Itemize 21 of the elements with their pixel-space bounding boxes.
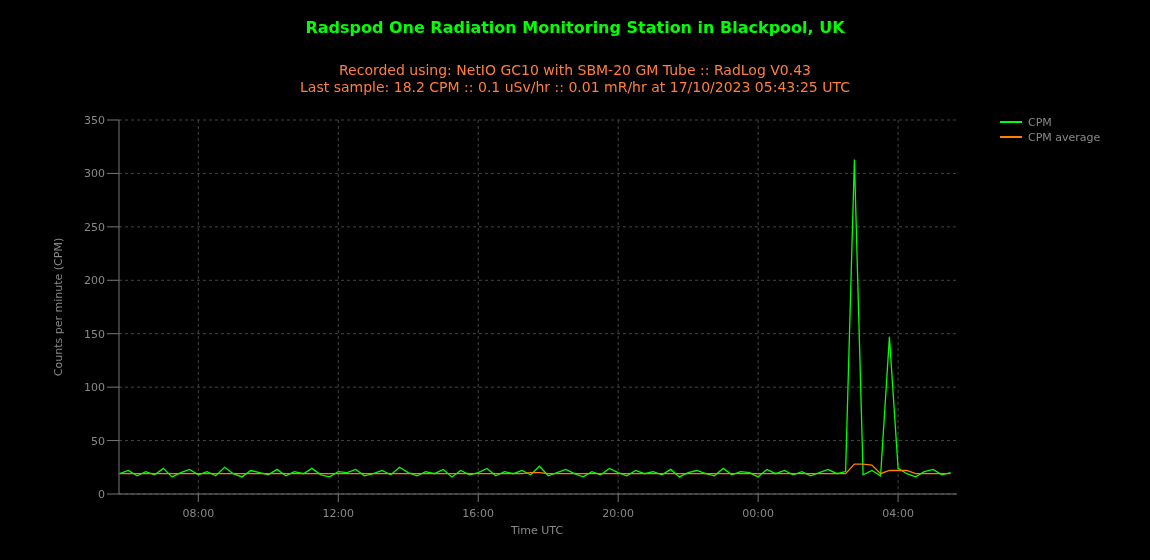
- axis-tick-label: 200: [84, 274, 105, 288]
- axis-tick-label: 0: [98, 488, 105, 501]
- axis-tick-label: 08:00: [182, 507, 215, 520]
- axis-tick-label: 00:00: [742, 507, 774, 520]
- axis-tick-label: 350: [84, 114, 105, 127]
- axis-tick-label: 04:00: [882, 507, 914, 520]
- chart-title: Radspod One Radiation Monitoring Station in Blackpool, UK: [305, 18, 845, 37]
- axis-tick-label: 50: [91, 434, 105, 448]
- y-axis-title: Counts per minute (CPM): [52, 237, 65, 377]
- x-axis-title: Time UTC: [510, 524, 564, 537]
- axis-tick-label: 20:00: [602, 507, 635, 520]
- axis-tick-label: 12:00: [322, 507, 355, 520]
- axis-tick-label: 300: [84, 167, 105, 181]
- axis-tick-label: 150: [84, 327, 105, 341]
- legend-label: CPM average: [1028, 131, 1101, 144]
- axis-tick-label: 100: [84, 381, 105, 395]
- chart-subtitle: Last sample: 18.2 CPM :: 0.1 uSv/hr :: 0.01 mR/hr at 17/10/2023 05:43:25 UTC: [300, 79, 850, 96]
- axis-tick-label: 16:00: [462, 507, 495, 520]
- axis-tick-label: 250: [84, 220, 105, 234]
- chart-subtitle: Recorded using: NetIO GC10 with SBM-20 GM Tube :: RadLog V0.43: [339, 62, 811, 79]
- legend-label: CPM: [1028, 116, 1052, 129]
